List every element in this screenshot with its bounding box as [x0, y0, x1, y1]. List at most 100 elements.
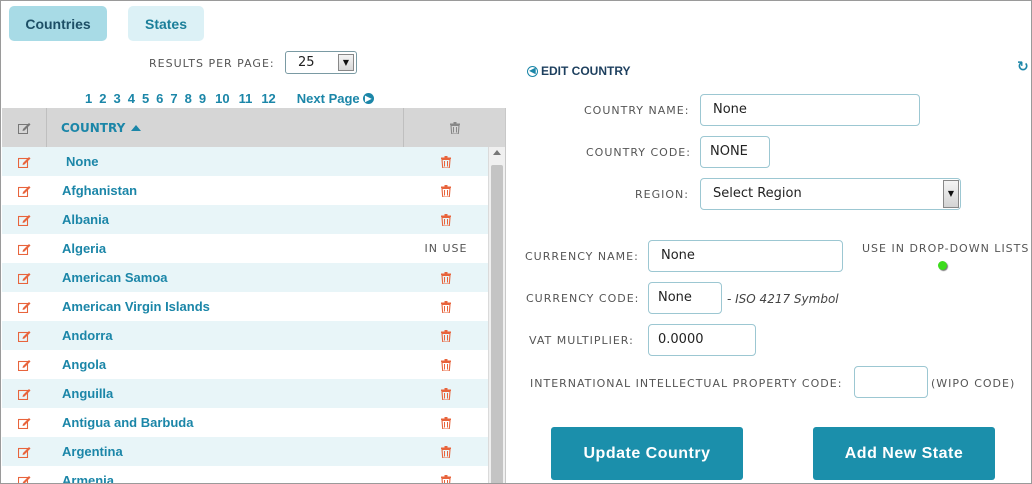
- edit-row-button[interactable]: [2, 330, 47, 342]
- page-link[interactable]: 7: [170, 91, 177, 106]
- table-row[interactable]: Andorra: [2, 321, 488, 350]
- next-page-link[interactable]: Next Page ▶: [297, 91, 374, 106]
- region-label: REGION:: [635, 188, 689, 201]
- country-name-link[interactable]: Andorra: [47, 328, 404, 343]
- delete-row-button[interactable]: [404, 416, 488, 429]
- tab-states[interactable]: States: [128, 6, 204, 41]
- table-row[interactable]: Argentina: [2, 437, 488, 466]
- country-column-header[interactable]: COUNTRY: [47, 108, 404, 147]
- trash-icon: [441, 387, 451, 400]
- edit-icon: [18, 388, 31, 400]
- refresh-icon[interactable]: ↻: [1017, 59, 1029, 75]
- edit-icon: [18, 330, 31, 342]
- delete-row-button[interactable]: [404, 213, 488, 226]
- edit-row-button[interactable]: [2, 272, 47, 284]
- dropdown-lists-toggle[interactable]: [938, 261, 947, 270]
- table-row[interactable]: Algeria IN USE: [2, 234, 488, 263]
- delete-row-button[interactable]: [404, 155, 488, 168]
- table-row[interactable]: Antigua and Barbuda: [2, 408, 488, 437]
- country-name-link[interactable]: Afghanistan: [47, 183, 404, 198]
- trash-icon: [441, 358, 451, 371]
- country-name-link[interactable]: American Samoa: [47, 270, 404, 285]
- page-link[interactable]: 8: [185, 91, 192, 106]
- country-name-link[interactable]: Angola: [47, 357, 404, 372]
- page-link[interactable]: 12: [261, 91, 275, 106]
- results-per-page-select[interactable]: 25 ▼: [285, 51, 357, 74]
- trash-icon: [441, 416, 451, 429]
- ip-code-field[interactable]: [854, 366, 928, 398]
- iso-note: - ISO 4217 Symbol: [727, 292, 839, 306]
- delete-row-button[interactable]: [404, 329, 488, 342]
- country-name-field[interactable]: None: [700, 94, 920, 126]
- chevron-down-icon[interactable]: ▼: [338, 54, 354, 71]
- currency-name-field[interactable]: None: [648, 240, 843, 272]
- delete-row-button[interactable]: [404, 387, 488, 400]
- currency-name-label: CURRENCY NAME:: [525, 250, 639, 263]
- country-name-link[interactable]: Armenia: [47, 473, 404, 483]
- country-name-link[interactable]: Antigua and Barbuda: [47, 415, 404, 430]
- page-link[interactable]: 4: [128, 91, 135, 106]
- delete-row-button[interactable]: [404, 271, 488, 284]
- country-name-link[interactable]: Argentina: [47, 444, 404, 459]
- vertical-scrollbar[interactable]: [488, 147, 505, 483]
- page-link[interactable]: 9: [199, 91, 206, 106]
- table-row[interactable]: Albania: [2, 205, 488, 234]
- country-code-field[interactable]: NONE: [700, 136, 770, 168]
- trash-icon: [441, 213, 451, 226]
- edit-icon: [18, 359, 31, 371]
- scroll-up-icon[interactable]: [493, 150, 501, 155]
- edit-row-button[interactable]: [2, 301, 47, 313]
- delete-row-button[interactable]: [404, 358, 488, 371]
- edit-icon: [18, 301, 31, 313]
- table-row[interactable]: Armenia: [2, 466, 488, 483]
- table-row[interactable]: Anguilla: [2, 379, 488, 408]
- vat-multiplier-field[interactable]: 0.0000: [648, 324, 756, 356]
- trash-icon: [441, 271, 451, 284]
- page-link[interactable]: 5: [142, 91, 149, 106]
- edit-icon: [18, 272, 31, 284]
- edit-country-title[interactable]: ◀ EDIT COUNTRY: [527, 64, 631, 78]
- edit-row-button[interactable]: [2, 446, 47, 458]
- tab-countries[interactable]: Countries: [9, 6, 107, 41]
- table-row[interactable]: None: [2, 147, 488, 176]
- edit-row-button[interactable]: [2, 359, 47, 371]
- table-row[interactable]: American Virgin Islands: [2, 292, 488, 321]
- page-link[interactable]: 11: [239, 91, 253, 106]
- country-name-link[interactable]: American Virgin Islands: [47, 299, 404, 314]
- page-link[interactable]: 3: [113, 91, 120, 106]
- country-name-link[interactable]: Algeria: [47, 241, 404, 256]
- edit-row-button[interactable]: [2, 156, 47, 168]
- scrollbar-thumb[interactable]: [491, 165, 503, 483]
- edit-row-button[interactable]: [2, 185, 47, 197]
- edit-row-button[interactable]: [2, 417, 47, 429]
- trash-icon: [441, 155, 451, 168]
- table-row[interactable]: Angola: [2, 350, 488, 379]
- delete-row-button[interactable]: [404, 300, 488, 313]
- page-link[interactable]: 2: [99, 91, 106, 106]
- edit-row-button[interactable]: [2, 214, 47, 226]
- delete-row-button[interactable]: [404, 184, 488, 197]
- region-select[interactable]: Select Region ▼: [700, 178, 961, 210]
- update-country-button[interactable]: Update Country: [551, 427, 743, 480]
- table-row[interactable]: Afghanistan: [2, 176, 488, 205]
- edit-icon: [17, 122, 30, 134]
- edit-row-button[interactable]: [2, 475, 47, 483]
- edit-row-button[interactable]: [2, 388, 47, 400]
- edit-row-button[interactable]: [2, 243, 47, 255]
- country-name-link[interactable]: Anguilla: [47, 386, 404, 401]
- currency-code-field[interactable]: None: [648, 282, 722, 314]
- delete-row-button[interactable]: [404, 474, 488, 483]
- page-link[interactable]: 1: [85, 91, 92, 106]
- country-name-link[interactable]: Albania: [47, 212, 404, 227]
- sort-ascending-icon: [131, 124, 142, 131]
- page-link[interactable]: 6: [156, 91, 163, 106]
- table-row[interactable]: American Samoa: [2, 263, 488, 292]
- page-link[interactable]: 10: [215, 91, 229, 106]
- delete-row-button[interactable]: [404, 445, 488, 458]
- add-new-state-button[interactable]: Add New State: [813, 427, 995, 480]
- country-name-link[interactable]: None: [47, 154, 404, 169]
- ip-code-label: INTERNATIONAL INTELLECTUAL PROPERTY CODE…: [530, 377, 843, 390]
- delete-column-header: [404, 108, 505, 147]
- in-use-label: IN USE: [424, 242, 468, 255]
- chevron-down-icon[interactable]: ▼: [943, 180, 959, 208]
